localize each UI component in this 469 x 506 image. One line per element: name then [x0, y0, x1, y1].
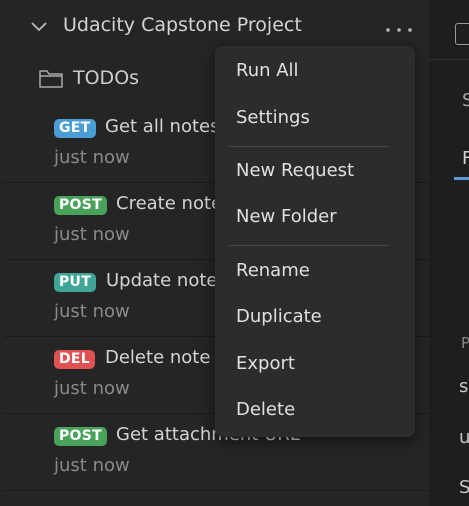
menu-item-run-all[interactable]: Run All: [215, 52, 415, 92]
collection-context-menu: Run All Settings New Request New Folder …: [215, 46, 415, 437]
collection-title: Udacity Capstone Project: [63, 14, 302, 36]
menu-item-new-request[interactable]: New Request: [215, 152, 415, 192]
menu-item-new-folder[interactable]: New Folder: [215, 198, 415, 238]
request-name: Delete note: [105, 347, 211, 368]
request-time: just now: [54, 378, 130, 399]
menu-item-label: New Folder: [236, 206, 337, 227]
method-badge: POST: [54, 427, 107, 446]
menu-separator: [229, 146, 389, 147]
request-time: just now: [54, 147, 130, 168]
panel-checkbox[interactable]: [455, 23, 469, 45]
menu-item-label: Settings: [236, 107, 310, 128]
menu-item-label: Export: [236, 353, 295, 374]
request-name: Create note: [116, 193, 223, 214]
panel-text: S: [459, 477, 469, 498]
request-detail-panel: S F P s u S: [429, 0, 469, 506]
panel-text: S: [462, 90, 469, 111]
request-name: Update note: [106, 270, 218, 291]
request-time: just now: [54, 301, 130, 322]
menu-item-settings[interactable]: Settings: [215, 99, 415, 139]
menu-item-label: Run All: [236, 60, 299, 81]
menu-item-label: Rename: [236, 260, 310, 281]
request-time: just now: [54, 224, 130, 245]
chevron-down-icon[interactable]: [29, 17, 49, 37]
menu-item-duplicate[interactable]: Duplicate: [215, 298, 415, 338]
active-tab-indicator: [454, 177, 469, 180]
panel-text: P: [461, 334, 469, 352]
method-badge: DEL: [54, 350, 96, 369]
panel-text: u: [459, 427, 469, 448]
panel-divider: [429, 59, 469, 60]
menu-separator: [229, 245, 389, 246]
menu-item-rename[interactable]: Rename: [215, 252, 415, 292]
menu-item-label: Duplicate: [236, 306, 322, 327]
folder-name: TODOs: [73, 67, 140, 89]
method-badge: PUT: [54, 273, 97, 292]
menu-item-label: New Request: [236, 160, 355, 181]
panel-tab[interactable]: F: [462, 148, 469, 169]
menu-item-export[interactable]: Export: [215, 345, 415, 385]
method-badge: GET: [54, 119, 96, 138]
request-time: just now: [54, 455, 130, 476]
method-badge: POST: [54, 196, 107, 215]
more-horizontal-icon[interactable]: [385, 22, 413, 38]
menu-item-label: Delete: [236, 399, 296, 420]
menu-item-delete[interactable]: Delete: [215, 391, 415, 431]
folder-icon: [39, 70, 63, 88]
request-name: Get all notes: [105, 116, 220, 137]
panel-text: s: [459, 376, 469, 397]
